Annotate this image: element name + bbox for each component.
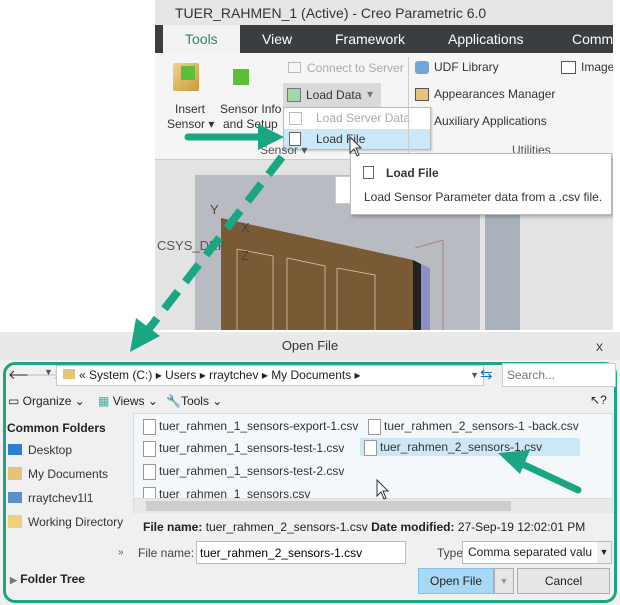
appearances-manager-icon xyxy=(415,88,429,101)
load-server-data-icon xyxy=(289,112,302,125)
file-item-selected[interactable]: tuer_rahmen_2_sensors-1.csv xyxy=(360,438,580,456)
auxiliary-applications-button[interactable]: Auxiliary Applications xyxy=(434,114,547,128)
documents-icon xyxy=(8,467,22,480)
connect-to-server-button[interactable]: Connect to Server xyxy=(307,61,404,75)
sensor-group-label[interactable]: Sensor ▾ xyxy=(260,143,307,157)
open-file-dialog: Open File x 🡐 🡒 ▼ « System (C:) ▸ Users … xyxy=(0,332,620,605)
breadcrumb-my-documents[interactable]: My Documents xyxy=(271,368,351,382)
file-list[interactable]: tuer_rahmen_1_sensors-export-1.csv tuer_… xyxy=(133,413,613,513)
breadcrumb-rraytchev[interactable]: rraytchev xyxy=(209,368,258,382)
tab-applications[interactable]: Applications xyxy=(448,25,524,53)
chevron-down-icon: ▾ xyxy=(367,87,374,101)
file-item[interactable]: tuer_rahmen_1_sensors-test-1.csv xyxy=(139,439,344,457)
path-bar[interactable]: « System (C:) ▸ Users ▸ rraytchev ▸ My D… xyxy=(56,365,484,386)
udf-library-button[interactable]: UDF Library xyxy=(434,60,499,74)
search-input[interactable] xyxy=(502,363,616,387)
horizontal-scrollbar[interactable] xyxy=(134,498,612,513)
udf-library-icon xyxy=(415,61,429,74)
refresh-icon[interactable]: ⇆ xyxy=(480,365,493,383)
dialog-title: Open File xyxy=(0,332,620,360)
folder-computer[interactable]: rraytchev1l1 xyxy=(6,491,93,505)
axis-y-label: Y xyxy=(210,202,219,217)
axis-x-label: X xyxy=(241,220,250,235)
triangle-right-icon: ▶ xyxy=(10,575,17,585)
file-item[interactable]: tuer_rahmen_1_sensors-export-1.csv xyxy=(139,417,358,435)
folder-tree-toggle[interactable]: ▶ Folder Tree xyxy=(10,572,85,586)
common-folders-title: Common Folders xyxy=(7,421,106,435)
views-icon: ▦ xyxy=(98,394,110,408)
type-label: Type xyxy=(437,546,464,560)
insert-sensor-icon xyxy=(173,63,199,91)
image-button[interactable]: Image xyxy=(581,60,613,74)
file-name-label: File name: xyxy=(138,546,195,560)
breadcrumb-users[interactable]: Users xyxy=(165,368,196,382)
file-item[interactable]: tuer_rahmen_1_sensors-test-2.csv xyxy=(139,462,344,480)
csys-label: CSYS_DEF xyxy=(157,238,226,253)
tools-icon: 🔧 xyxy=(166,394,181,408)
folder-desktop[interactable]: Desktop xyxy=(6,443,72,457)
folder-working-directory[interactable]: Working Directory xyxy=(6,515,123,529)
breadcrumb-system[interactable]: System (C:) xyxy=(89,368,152,382)
tab-framework[interactable]: Framework xyxy=(335,25,405,53)
axis-z-label: Z xyxy=(241,248,249,263)
file-item[interactable]: tuer_rahmen_2_sensors-1 -back.csv xyxy=(364,417,579,435)
cancel-button[interactable]: Cancel xyxy=(517,568,610,594)
working-directory-icon xyxy=(8,515,22,528)
scrollbar-thumb[interactable] xyxy=(146,501,511,511)
path-dropdown-icon[interactable]: ▼ xyxy=(470,366,479,385)
ribbon-tabs: Tools View Framework Applications Comm xyxy=(155,25,613,53)
ribbon: Insert Sensor ▾ Sensor Info and Setup Co… xyxy=(155,53,613,160)
server-icon xyxy=(288,62,301,73)
expand-icon[interactable]: » xyxy=(118,547,124,558)
close-button[interactable]: x xyxy=(596,338,603,354)
views-menu[interactable]: ▦ Views ⌄ xyxy=(98,394,158,408)
file-info: File name: tuer_rahmen_2_sensors-1.csv D… xyxy=(143,520,586,534)
load-data-button[interactable]: Load Data ▾ xyxy=(283,83,381,107)
open-options-dropdown[interactable]: ▼ xyxy=(494,568,514,594)
open-file-button[interactable]: Open File xyxy=(418,568,494,594)
tab-comm[interactable]: Comm xyxy=(572,25,613,53)
creo-window: TUER_RAHMEN_1 (Active) - Creo Parametric… xyxy=(155,0,613,330)
window-title: TUER_RAHMEN_1 (Active) - Creo Parametric… xyxy=(155,0,613,25)
image-icon xyxy=(561,61,576,74)
help-button[interactable]: ↖? xyxy=(590,393,607,407)
folder-my-documents[interactable]: My Documents xyxy=(6,467,108,481)
tools-menu[interactable]: 🔧Tools ⌄ xyxy=(166,394,222,408)
load-file-tooltip: Load File Load Sensor Parameter data fro… xyxy=(350,153,612,215)
load-file-icon xyxy=(363,166,374,179)
computer-icon xyxy=(8,492,22,503)
tab-view[interactable]: View xyxy=(262,25,292,53)
sensor-info-icon xyxy=(233,69,249,85)
desktop-icon xyxy=(8,444,22,455)
type-select[interactable]: Comma separated valu ▼ xyxy=(462,541,612,564)
group-divider xyxy=(408,57,409,157)
history-dropdown-icon[interactable]: ▼ xyxy=(44,367,53,377)
organize-menu[interactable]: ▭ Organize ⌄ xyxy=(8,394,85,408)
appearances-manager-button[interactable]: Appearances Manager xyxy=(434,87,555,101)
file-name-input[interactable] xyxy=(196,541,406,564)
tab-tools[interactable]: Tools xyxy=(163,25,240,53)
load-data-icon xyxy=(287,88,301,102)
chevron-down-icon: ▼ xyxy=(597,542,611,563)
folder-icon xyxy=(63,369,75,379)
